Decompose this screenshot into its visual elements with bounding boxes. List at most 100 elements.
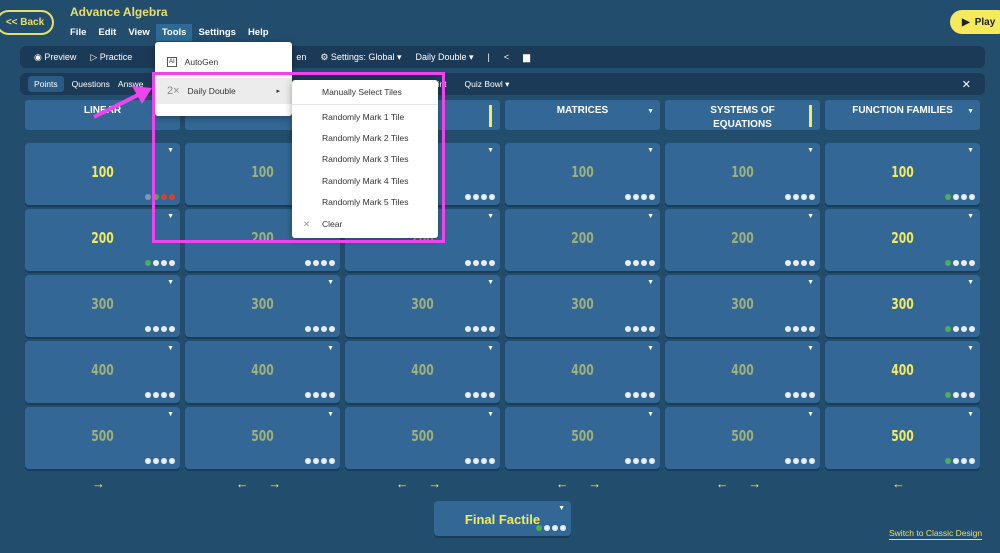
chevron-down-icon[interactable]: ▼ (327, 345, 334, 352)
chevron-down-icon[interactable]: ▼ (647, 411, 654, 418)
question-tile[interactable]: 500 ▼ (345, 407, 500, 469)
question-tile[interactable]: 300 ▼ (505, 275, 660, 337)
question-tile[interactable]: 300 ▼ (825, 275, 980, 337)
menu-settings[interactable]: Settings (192, 24, 241, 41)
tile-points: 100 (91, 163, 114, 181)
close-icon[interactable]: ✕ (962, 78, 971, 91)
question-tile[interactable]: 500 ▼ (505, 407, 660, 469)
chevron-down-icon[interactable]: ▼ (647, 147, 654, 154)
tab-points[interactable]: Points (28, 76, 64, 92)
move-column-arrows[interactable]: ← (825, 476, 980, 491)
final-factile-tile[interactable]: Final Factile ▼ (434, 501, 571, 536)
question-tile[interactable]: 100 ▼ (505, 143, 660, 205)
question-tile[interactable]: 200 ▼ (825, 209, 980, 271)
question-tile[interactable]: 400 ▼ (505, 341, 660, 403)
menu-view[interactable]: View (122, 24, 155, 41)
menu-file[interactable]: File (64, 24, 92, 41)
chevron-down-icon[interactable]: ▼ (807, 345, 814, 352)
question-tile[interactable]: 500 ▼ (665, 407, 820, 469)
status-dot (481, 458, 487, 464)
chevron-down-icon[interactable]: ▼ (647, 279, 654, 286)
chevron-down-icon[interactable]: ▼ (967, 147, 974, 154)
chevron-down-icon[interactable]: ▼ (807, 147, 814, 154)
question-tile[interactable]: 500 ▼ (185, 407, 340, 469)
question-tile[interactable]: 400 ▼ (25, 341, 180, 403)
status-dot (169, 326, 175, 332)
menu-tools[interactable]: Tools (155, 24, 193, 41)
question-tile[interactable]: 200 ▼ (665, 209, 820, 271)
move-column-arrows[interactable]: ← → (185, 476, 340, 491)
status-dots (145, 458, 175, 464)
chevron-down-icon[interactable]: ▼ (487, 279, 494, 286)
status-dot (313, 326, 319, 332)
status-dot (633, 326, 639, 332)
daily-double-dropdown[interactable]: Daily Double ▾ (415, 52, 473, 63)
status-dot (489, 392, 495, 398)
chevron-down-icon[interactable]: ▼ (487, 147, 494, 154)
tile-points: 500 (411, 427, 434, 445)
menu-help[interactable]: Help (242, 24, 275, 41)
question-tile[interactable]: 100 ▼ (665, 143, 820, 205)
chevron-down-icon[interactable]: ▼ (647, 105, 654, 119)
question-tile[interactable]: 300 ▼ (345, 275, 500, 337)
question-tile[interactable]: 300 ▼ (185, 275, 340, 337)
chevron-down-icon[interactable]: ▼ (167, 345, 174, 352)
chevron-down-icon[interactable]: ▼ (327, 279, 334, 286)
status-dot (945, 458, 951, 464)
chevron-down-icon[interactable]: ▼ (807, 411, 814, 418)
move-column-arrows[interactable]: ← → (345, 476, 500, 491)
chevron-down-icon[interactable]: ▼ (967, 279, 974, 286)
tile-points: 100 (571, 163, 594, 181)
practice-button[interactable]: ▷ Practice (90, 52, 132, 63)
question-tile[interactable]: 300 ▼ (25, 275, 180, 337)
chevron-down-icon[interactable]: ▼ (558, 505, 565, 512)
status-dot (625, 326, 631, 332)
print-icon[interactable]: ▆ (523, 52, 530, 63)
question-tile[interactable]: 200 ▼ (505, 209, 660, 271)
tile-points: 400 (571, 361, 594, 379)
status-dot (161, 326, 167, 332)
menu-edit[interactable]: Edit (92, 24, 122, 41)
category-header[interactable]: MATRICES ▼ (505, 100, 660, 130)
chevron-down-icon[interactable]: ▼ (807, 279, 814, 286)
question-tile[interactable]: 400 ▼ (345, 341, 500, 403)
move-column-arrows[interactable]: ← → (665, 476, 820, 491)
move-column-arrows[interactable]: → (25, 476, 180, 491)
category-header[interactable]: SYSTEMS OF EQUATIONS (665, 100, 820, 130)
question-tile[interactable]: 400 ▼ (665, 341, 820, 403)
question-tile[interactable]: 500 ▼ (25, 407, 180, 469)
chevron-down-icon[interactable]: ▼ (167, 279, 174, 286)
chevron-down-icon[interactable]: ▼ (647, 345, 654, 352)
status-dot (809, 194, 815, 200)
play-button[interactable]: ▶ Play (950, 10, 1000, 34)
hidden-button-fragment[interactable]: en (296, 52, 306, 62)
chevron-down-icon[interactable]: ▼ (967, 411, 974, 418)
chevron-down-icon[interactable]: ▼ (487, 411, 494, 418)
chevron-down-icon[interactable]: ▼ (967, 213, 974, 220)
question-tile[interactable]: 400 ▼ (825, 341, 980, 403)
question-tile[interactable]: 100 ▼ (825, 143, 980, 205)
settings-dropdown[interactable]: ⚙ Settings: Global ▾ (320, 52, 401, 63)
status-dot (945, 194, 951, 200)
chevron-down-icon[interactable]: ▼ (807, 213, 814, 220)
switch-classic-link[interactable]: Switch to Classic Design (889, 528, 983, 540)
game-title: Advance Algebra (70, 5, 168, 19)
menu-item-autogen[interactable]: AI AutoGen (155, 50, 292, 74)
quiz-bowl-dropdown[interactable]: Quiz Bowl ▾ (465, 79, 510, 90)
question-tile[interactable]: 500 ▼ (825, 407, 980, 469)
chevron-down-icon[interactable]: ▼ (967, 345, 974, 352)
chevron-down-icon[interactable]: ▼ (647, 213, 654, 220)
move-column-arrows[interactable]: ← → (505, 476, 660, 491)
chevron-down-icon[interactable]: ▼ (327, 411, 334, 418)
chevron-down-icon[interactable]: ▼ (967, 105, 974, 119)
status-dot (161, 260, 167, 266)
category-header[interactable]: FUNCTION FAMILIES ▼ (825, 100, 980, 130)
question-tile[interactable]: 300 ▼ (665, 275, 820, 337)
preview-button[interactable]: ◉ Preview (34, 52, 76, 63)
chevron-down-icon[interactable]: ▼ (487, 345, 494, 352)
chevron-down-icon[interactable]: ▼ (167, 411, 174, 418)
back-button[interactable]: << Back (0, 10, 54, 35)
question-tile[interactable]: 400 ▼ (185, 341, 340, 403)
share-icon[interactable]: < (504, 52, 509, 62)
chevron-down-icon[interactable]: ▼ (487, 213, 494, 220)
